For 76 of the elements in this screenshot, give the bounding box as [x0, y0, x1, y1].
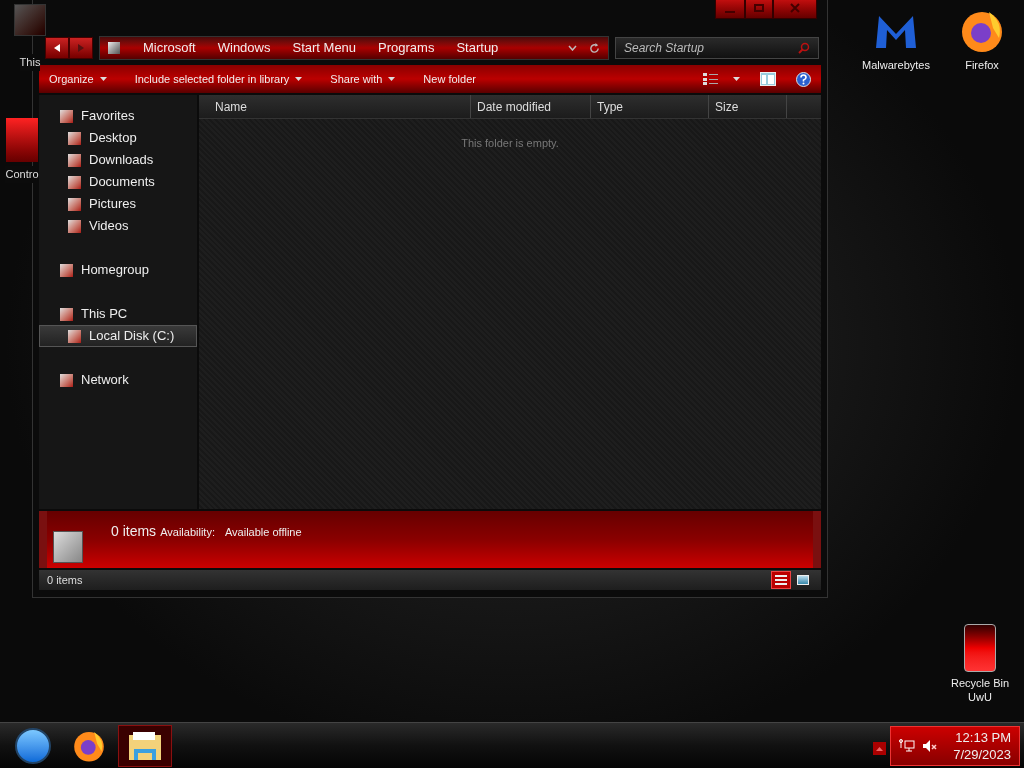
status-text: 0 items	[47, 572, 83, 588]
icon-label: This	[19, 54, 41, 71]
chevron-up-icon	[876, 746, 883, 751]
back-button[interactable]	[45, 37, 69, 59]
icon-label: Firefox	[965, 58, 999, 72]
icon-label: Malwarebytes	[862, 58, 930, 72]
column-header[interactable]: Date modified	[471, 95, 591, 118]
nav-icon	[60, 373, 73, 387]
nav-icon	[60, 109, 73, 123]
clock-date[interactable]: 7/29/2023	[953, 745, 1011, 763]
forward-icon	[78, 44, 84, 52]
icon-label: Contro	[5, 166, 39, 183]
column-header[interactable]: Name	[199, 95, 471, 118]
nav-item[interactable]: Favorites	[39, 105, 197, 127]
details-view-button[interactable]	[771, 571, 791, 589]
nav-icon	[60, 307, 73, 321]
empty-folder-message: This folder is empty.	[461, 136, 559, 151]
toolbar-button[interactable]: Include selected folder in library	[134, 70, 303, 88]
address-bar[interactable]: Microsoft Windows Start Menu Programs Startup	[99, 36, 609, 60]
nav-item[interactable]: Local Disk (C:)	[39, 325, 197, 347]
maximize-button[interactable]	[745, 0, 773, 19]
nav-item[interactable]: Downloads	[39, 149, 197, 171]
view-options-icon[interactable]	[703, 73, 719, 85]
nav-icon	[68, 175, 81, 189]
nav-item[interactable]: Homegroup	[39, 259, 197, 281]
nav-icon	[60, 263, 73, 277]
toolbar-button[interactable]: Share with	[330, 70, 396, 88]
nav-icon	[68, 197, 81, 211]
caret-icon	[388, 77, 396, 81]
breadcrumb-item[interactable]: Microsoft	[143, 38, 196, 58]
minimize-button[interactable]	[715, 0, 745, 19]
item-count: 0 items	[111, 522, 157, 541]
availability-label: Availability:	[160, 525, 215, 540]
nav-icon	[68, 131, 81, 145]
muted-speaker-icon	[923, 739, 938, 752]
toolbar-button[interactable]: Organize	[49, 70, 107, 88]
caret-icon	[295, 77, 303, 81]
close-button[interactable]	[773, 0, 817, 19]
breadcrumb-item[interactable]: Start Menu	[292, 38, 357, 58]
panel-icon	[6, 118, 38, 162]
back-icon	[54, 44, 60, 52]
nav-item[interactable]: This PC	[39, 303, 197, 325]
close-icon	[790, 3, 800, 13]
clock-time[interactable]: 12:13 PM	[955, 728, 1011, 746]
taskbar-button[interactable]	[118, 724, 172, 767]
toolbar-button[interactable]: New folder	[423, 70, 476, 88]
list-icon	[775, 575, 787, 585]
breadcrumb-item[interactable]: Windows	[217, 38, 271, 58]
column-header[interactable]: Type	[591, 95, 709, 118]
nav-item[interactable]: Network	[39, 369, 197, 391]
nav-icon	[68, 329, 81, 343]
icon-label: Recycle Bin UwU	[950, 676, 1010, 704]
caret-icon	[733, 77, 740, 81]
maximize-icon	[754, 4, 764, 12]
nav-item[interactable]: Videos	[39, 215, 197, 237]
cylinder-icon	[964, 624, 996, 672]
breadcrumb-item[interactable]: Programs	[378, 38, 435, 58]
nav-icon	[68, 153, 81, 167]
network-icon	[899, 738, 915, 753]
start-orb-icon	[15, 727, 51, 764]
chevron-down-icon	[568, 45, 577, 51]
column-header[interactable]: Size	[709, 95, 787, 118]
nav-item[interactable]: Pictures	[39, 193, 197, 215]
search-field[interactable]: Search Startup	[615, 37, 819, 59]
minimize-icon	[725, 11, 735, 13]
availability-value: Available offline	[224, 525, 302, 540]
image-icon	[797, 575, 809, 585]
caret-icon	[99, 77, 107, 81]
nav-item[interactable]: Documents	[39, 171, 197, 193]
breadcrumb-item[interactable]: Startup	[456, 38, 499, 58]
nav-icon	[68, 219, 81, 233]
help-icon[interactable]	[796, 71, 811, 87]
search-icon	[798, 42, 810, 54]
nav-item[interactable]: Desktop	[39, 127, 197, 149]
refresh-icon	[589, 42, 600, 54]
search-input[interactable]: Search Startup	[624, 39, 798, 57]
